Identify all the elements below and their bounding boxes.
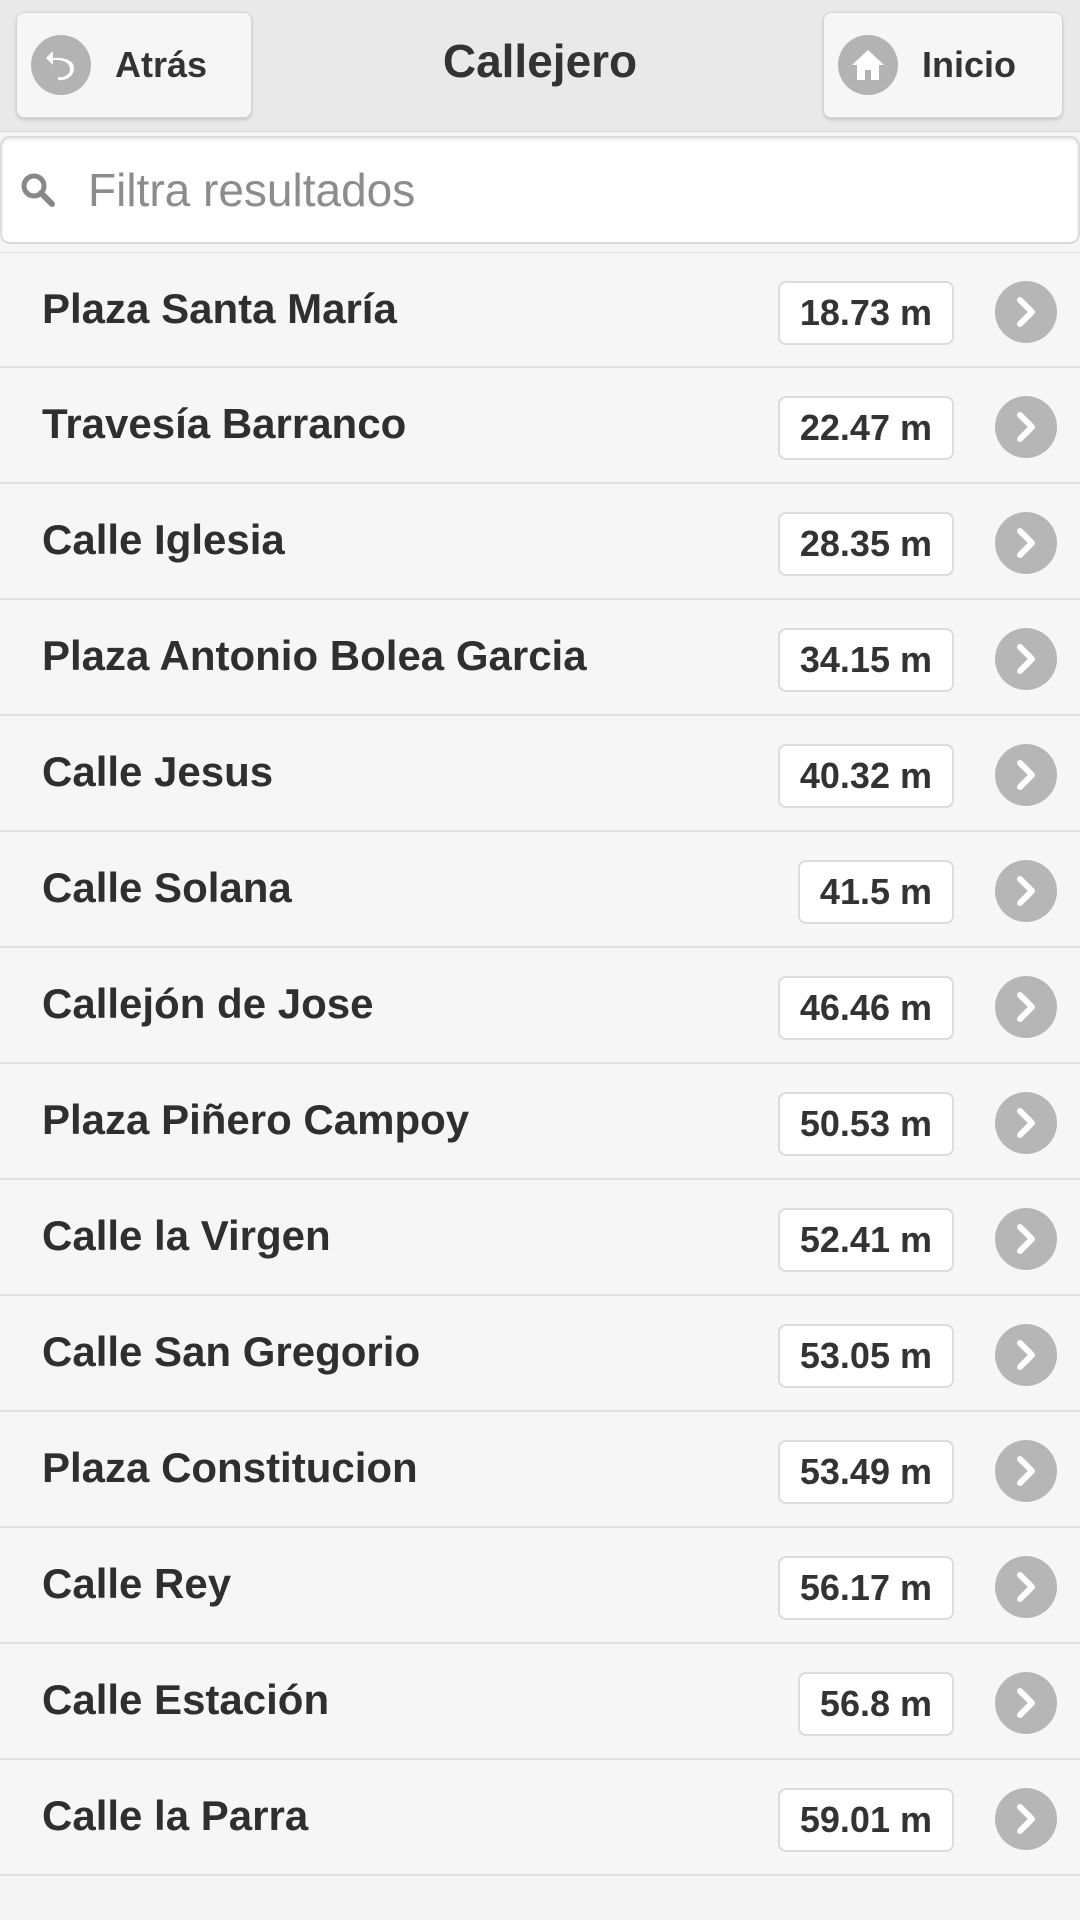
distance-badge: 56.8 m [797,1672,954,1736]
list-item[interactable]: Calle San Gregorio 53.05 m [0,1296,1080,1412]
chevron-right-icon[interactable] [995,628,1057,690]
chevron-right-icon[interactable] [995,1324,1057,1386]
list-item[interactable]: Callejón de Jose 46.46 m [0,948,1080,1064]
distance-badge: 34.15 m [777,628,954,692]
list-item[interactable]: Calle Solana 41.5 m [0,832,1080,948]
chevron-right-icon[interactable] [995,1556,1057,1618]
list-item[interactable]: Calle Rey 56.17 m [0,1528,1080,1644]
street-name: Calle la Parra [42,1792,309,1839]
street-name: Calle Solana [42,864,292,911]
chevron-right-icon[interactable] [995,396,1057,458]
chevron-right-icon[interactable] [995,1208,1057,1270]
home-button-label: Inicio [922,44,1017,85]
distance-badge: 46.46 m [777,976,954,1040]
distance-badge: 40.32 m [777,744,954,808]
chevron-right-icon[interactable] [995,744,1057,806]
distance-badge: 59.01 m [777,1788,954,1852]
street-name: Plaza Antonio Bolea Garcia [42,632,587,679]
distance-badge: 52.41 m [777,1208,954,1272]
street-name: Travesía Barranco [42,400,407,447]
street-list: Plaza Santa María 18.73 m Travesía Barranc… [0,252,1080,1876]
list-item[interactable]: Plaza Antonio Bolea Garcia 34.15 m [0,600,1080,716]
distance-badge: 41.5 m [797,860,954,924]
street-name: Plaza Santa María [42,285,397,332]
search-input[interactable] [88,163,988,217]
street-name: Plaza Constitucion [42,1444,418,1491]
street-name: Calle Rey [42,1560,232,1607]
home-icon [838,35,898,95]
chevron-right-icon[interactable] [995,976,1057,1038]
distance-badge: 50.53 m [777,1092,954,1156]
distance-badge: 53.49 m [777,1440,954,1504]
chevron-right-icon[interactable] [995,1672,1057,1734]
list-item[interactable]: Travesía Barranco 22.47 m [0,368,1080,484]
distance-badge: 22.47 m [777,396,954,460]
street-name: Calle la Virgen [42,1212,331,1259]
list-item[interactable]: Calle la Parra 59.01 m [0,1760,1080,1876]
list-item[interactable]: Calle Iglesia 28.35 m [0,484,1080,600]
list-item[interactable]: Calle Estación 56.8 m [0,1644,1080,1760]
chevron-right-icon[interactable] [995,1092,1057,1154]
street-name: Calle Estación [42,1676,330,1723]
list-item[interactable]: Plaza Constitucion 53.49 m [0,1412,1080,1528]
app-header: Atrás Callejero Inicio [0,0,1080,132]
search-icon [18,170,58,210]
list-item[interactable]: Calle Jesus 40.32 m [0,716,1080,832]
list-item[interactable]: Plaza Piñero Campoy 50.53 m [0,1064,1080,1180]
street-name: Calle Jesus [42,748,274,795]
distance-badge: 53.05 m [777,1324,954,1388]
distance-badge: 28.35 m [777,512,954,576]
chevron-right-icon[interactable] [995,1440,1057,1502]
chevron-right-icon[interactable] [995,512,1057,574]
search-bar [0,136,1080,244]
distance-badge: 18.73 m [777,281,954,345]
chevron-right-icon[interactable] [995,281,1057,343]
chevron-right-icon[interactable] [995,1788,1057,1850]
list-item[interactable]: Plaza Santa María 18.73 m [0,252,1080,368]
street-name: Calle San Gregorio [42,1328,421,1375]
list-item[interactable]: Calle la Virgen 52.41 m [0,1180,1080,1296]
street-name: Callejón de Jose [42,980,374,1027]
distance-badge: 56.17 m [777,1556,954,1620]
street-name: Calle Iglesia [42,516,285,563]
street-name: Plaza Piñero Campoy [42,1096,470,1143]
chevron-right-icon[interactable] [995,860,1057,922]
home-button[interactable]: Inicio [823,12,1063,118]
